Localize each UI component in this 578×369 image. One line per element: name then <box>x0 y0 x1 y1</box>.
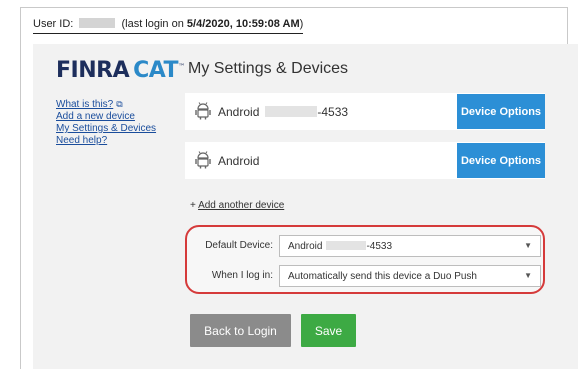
device-number-suffix: -4533 <box>317 105 349 119</box>
device-name: Android -4533 <box>218 105 348 119</box>
user-id-label: User ID: <box>33 18 74 30</box>
android-icon <box>195 102 211 120</box>
android-icon <box>195 151 211 169</box>
device-row: Android -4533 Device Options <box>185 93 545 130</box>
finra-cat-logo: FINRA CAT™ <box>56 60 185 82</box>
back-to-login-button[interactable]: Back to Login <box>190 314 291 347</box>
device-name: Android <box>218 154 260 168</box>
redacted-phone-number <box>265 106 318 117</box>
redacted-user-id <box>79 18 116 28</box>
add-another-device: + Add another device <box>190 200 284 211</box>
logo-trademark: ™ <box>178 62 185 71</box>
default-device-select[interactable]: Android -4533 ▼ <box>279 235 541 257</box>
sidebar-links: What is this? ⧉ Add a new device My Setti… <box>56 98 186 147</box>
add-another-device-link[interactable]: Add another device <box>198 200 284 211</box>
dropdown-arrow-icon: ▼ <box>524 241 532 250</box>
sidebar-link-what-is-this[interactable]: What is this? ⧉ <box>56 98 186 111</box>
when-login-row: When I log in: Automatically send this d… <box>187 265 543 287</box>
sidebar-link-need-help[interactable]: Need help? <box>56 135 186 147</box>
default-device-value: Android <box>288 241 323 252</box>
last-login-suffix: ) <box>299 18 304 30</box>
page-title: My Settings & Devices <box>188 60 349 77</box>
default-device-label: Default Device: <box>205 240 273 251</box>
when-login-value: Automatically send this device a Duo Pus… <box>288 271 477 282</box>
when-login-select[interactable]: Automatically send this device a Duo Pus… <box>279 265 541 287</box>
default-device-row: Default Device: Android -4533 ▼ <box>187 235 543 257</box>
dropdown-arrow-icon: ▼ <box>524 271 532 280</box>
user-info-line: User ID: (last login on 5/4/2020, 10:59:… <box>33 18 304 34</box>
add-prefix: + <box>190 200 196 211</box>
logo-text-cat: CAT <box>133 58 179 83</box>
last-login-value: 5/4/2020, 10:59:08 AM <box>186 18 300 30</box>
what-is-this-label: What is this? <box>56 99 114 110</box>
external-link-icon: ⧉ <box>116 99 123 109</box>
preferences-box: Default Device: Android -4533 ▼ When I lo… <box>185 225 545 294</box>
last-login-prefix: (last login on <box>121 18 184 30</box>
default-device-suffix: -4533 <box>366 241 393 252</box>
redacted-phone-number <box>326 241 367 250</box>
device-name-text: Android <box>218 105 260 119</box>
logo-text-finra: FINRA <box>56 58 130 83</box>
duo-panel: FINRA CAT™ What is this? ⧉ Add a new devic… <box>33 44 578 369</box>
sidebar-link-my-settings[interactable]: My Settings & Devices <box>56 123 186 135</box>
user-info-underline <box>33 33 304 34</box>
device-options-button[interactable]: Device Options <box>457 94 545 129</box>
when-login-label: When I log in: <box>211 270 273 281</box>
sidebar-link-add-device[interactable]: Add a new device <box>56 111 186 123</box>
save-button[interactable]: Save <box>301 314 356 347</box>
device-row: Android Device Options <box>185 142 545 179</box>
device-options-button[interactable]: Device Options <box>457 143 545 178</box>
